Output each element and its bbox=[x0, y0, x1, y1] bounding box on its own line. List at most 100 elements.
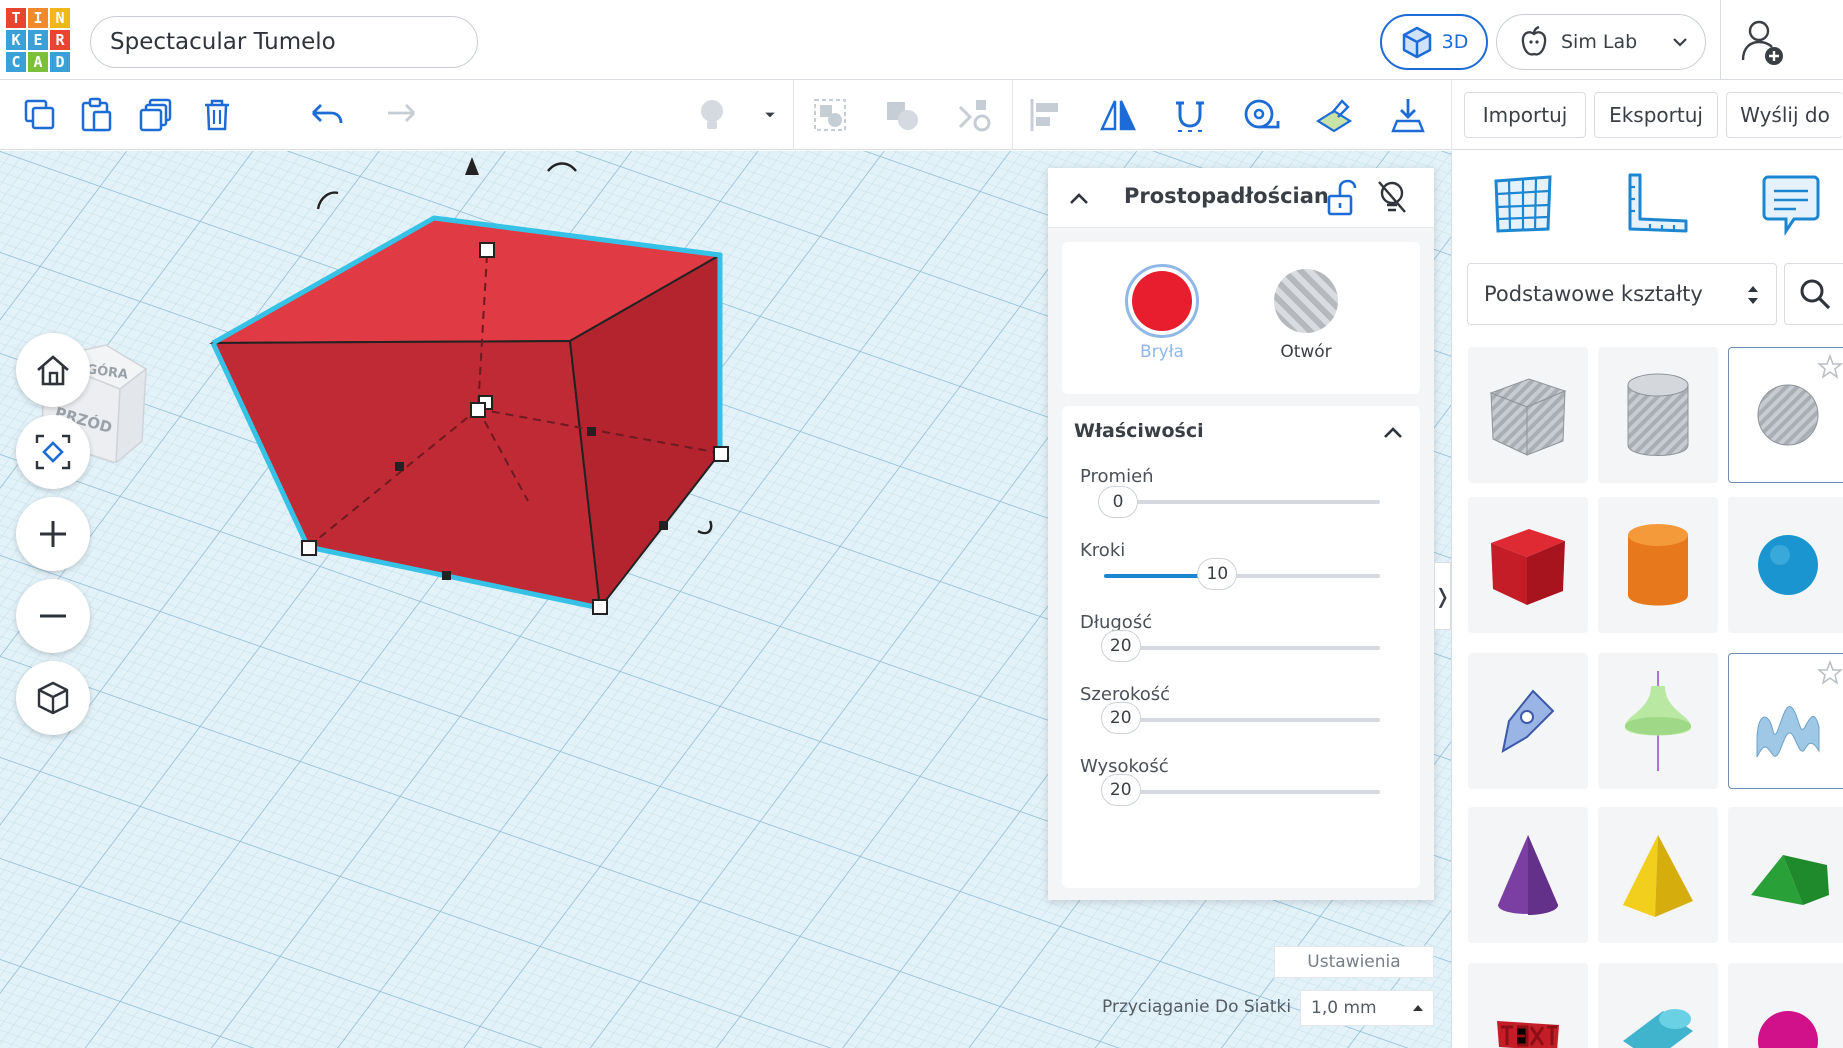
settings-button[interactable]: Ustawienia bbox=[1274, 946, 1434, 978]
width-slider[interactable] bbox=[1104, 718, 1380, 722]
hole-swatch[interactable] bbox=[1274, 269, 1338, 333]
length-slider[interactable] bbox=[1104, 646, 1380, 650]
sort-arrows-icon bbox=[1748, 286, 1758, 304]
shape-cylinder-hole[interactable] bbox=[1598, 347, 1718, 483]
hole-label: Otwór bbox=[1280, 342, 1332, 362]
zoom-out-button[interactable] bbox=[16, 579, 90, 653]
add-user-button[interactable] bbox=[1733, 14, 1793, 70]
fit-view-button[interactable] bbox=[16, 415, 90, 489]
note-icon bbox=[1762, 175, 1820, 236]
shape-tube[interactable] bbox=[1598, 963, 1718, 1048]
ruler-button[interactable] bbox=[1240, 93, 1284, 137]
dropper-button[interactable] bbox=[1386, 93, 1430, 137]
hide-light-icon[interactable] bbox=[1374, 178, 1410, 218]
sim-lab-dropdown[interactable]: Sim Lab bbox=[1496, 14, 1706, 70]
group-icon bbox=[814, 99, 846, 131]
steps-value[interactable]: 10 bbox=[1197, 558, 1238, 590]
logo-letter: I bbox=[28, 8, 48, 28]
snap-grid-label: Przyciąganie Do Siatki bbox=[1102, 997, 1292, 1017]
inspector-title: Prostopadłościan bbox=[1124, 184, 1329, 208]
ungroup-button[interactable] bbox=[880, 93, 924, 137]
workplane-button[interactable] bbox=[1312, 93, 1356, 137]
ruler-icon bbox=[1628, 173, 1688, 233]
sphere-icon bbox=[1758, 535, 1818, 595]
import-button[interactable]: Importuj bbox=[1464, 92, 1586, 138]
add-user-icon bbox=[1741, 20, 1783, 65]
divider bbox=[1012, 80, 1013, 150]
grid-tab[interactable] bbox=[1488, 169, 1558, 239]
import-label: Importuj bbox=[1482, 103, 1568, 127]
mirror-icon bbox=[1100, 100, 1136, 131]
shape-scribble[interactable] bbox=[1468, 653, 1588, 789]
send-to-button[interactable]: Wyślij do bbox=[1726, 92, 1843, 138]
logo-letter: K bbox=[6, 30, 26, 50]
magnet-button[interactable] bbox=[1168, 93, 1212, 137]
length-value[interactable]: 20 bbox=[1100, 630, 1141, 662]
shape-cone[interactable] bbox=[1468, 807, 1588, 943]
delete-button[interactable] bbox=[195, 93, 239, 137]
redo-icon bbox=[388, 104, 415, 122]
redo-button[interactable] bbox=[378, 93, 422, 137]
mirror-button[interactable] bbox=[1096, 93, 1140, 137]
duplicate-button[interactable] bbox=[134, 93, 178, 137]
shape-box[interactable] bbox=[1468, 497, 1588, 633]
chevron-up-icon[interactable] bbox=[1066, 186, 1092, 212]
star-icon[interactable] bbox=[1817, 660, 1843, 686]
solid-hole-card: Bryła Otwór bbox=[1062, 242, 1420, 394]
shape-pyramid[interactable] bbox=[1598, 807, 1718, 943]
shape-paraboloid[interactable] bbox=[1598, 653, 1718, 789]
undo-button[interactable] bbox=[305, 93, 349, 137]
snap-grid-value: 1,0 mm bbox=[1311, 998, 1377, 1018]
radius-value[interactable]: 0 bbox=[1098, 486, 1138, 518]
copy-button[interactable] bbox=[18, 93, 62, 137]
height-value[interactable]: 20 bbox=[1100, 774, 1141, 806]
search-button[interactable] bbox=[1784, 263, 1843, 325]
view-3d-button[interactable]: 3D bbox=[1380, 14, 1488, 70]
hole-option[interactable]: Otwór bbox=[1266, 264, 1346, 362]
shape-box-hole[interactable] bbox=[1468, 347, 1588, 483]
shape-wave-hole[interactable] bbox=[1728, 653, 1843, 789]
solid-option[interactable]: Bryła bbox=[1122, 264, 1202, 362]
tinkercad-logo[interactable]: T I N K E R C A D bbox=[6, 8, 70, 72]
shape-text[interactable] bbox=[1468, 963, 1588, 1048]
workplane-icon bbox=[1315, 99, 1353, 133]
divider bbox=[1451, 80, 1452, 150]
steps-slider[interactable] bbox=[1104, 574, 1380, 578]
ruler-tab[interactable] bbox=[1622, 169, 1692, 239]
panel-collapse-toggle[interactable]: ❭ bbox=[1434, 562, 1451, 630]
unlock-icon[interactable] bbox=[1324, 178, 1360, 218]
height-slider[interactable] bbox=[1104, 790, 1380, 794]
shape-category-select[interactable]: Podstawowe kształty bbox=[1467, 263, 1777, 325]
shape-roof[interactable] bbox=[1728, 807, 1843, 943]
light-button[interactable] bbox=[690, 93, 734, 137]
plus-icon bbox=[40, 521, 66, 547]
export-button[interactable]: Eksportuj bbox=[1594, 92, 1718, 138]
solid-color-swatch[interactable] bbox=[1125, 264, 1199, 338]
solid-label: Bryła bbox=[1140, 342, 1184, 362]
logo-letter: E bbox=[28, 30, 48, 50]
export-label: Eksportuj bbox=[1609, 103, 1703, 127]
top-bar: T I N K E R C A D Spectacular Tumelo 3D … bbox=[0, 0, 1843, 80]
notes-tab[interactable] bbox=[1756, 169, 1826, 239]
shape-sphere[interactable] bbox=[1728, 497, 1843, 633]
design-title-input[interactable]: Spectacular Tumelo bbox=[90, 16, 478, 68]
cruise-button[interactable] bbox=[952, 93, 996, 137]
light-dropdown[interactable] bbox=[750, 93, 790, 137]
shape-cylinder[interactable] bbox=[1598, 497, 1718, 633]
snap-grid-select[interactable]: 1,0 mm bbox=[1300, 990, 1434, 1026]
chevron-up-icon[interactable] bbox=[1380, 420, 1406, 446]
star-icon[interactable] bbox=[1817, 354, 1843, 380]
shape-torus[interactable] bbox=[1728, 963, 1843, 1048]
box-icon bbox=[1491, 529, 1565, 605]
zoom-in-button[interactable] bbox=[16, 497, 90, 571]
orthographic-button[interactable] bbox=[16, 661, 90, 735]
align-button[interactable] bbox=[1024, 93, 1068, 137]
sim-lab-label: Sim Lab bbox=[1561, 31, 1638, 53]
shape-sphere-hole[interactable] bbox=[1728, 347, 1843, 483]
width-value[interactable]: 20 bbox=[1100, 702, 1141, 734]
box-hole-icon bbox=[1489, 378, 1567, 456]
paste-button[interactable] bbox=[74, 93, 118, 137]
radius-slider[interactable] bbox=[1104, 500, 1380, 504]
home-view-button[interactable] bbox=[16, 333, 90, 407]
group-button[interactable] bbox=[808, 93, 852, 137]
